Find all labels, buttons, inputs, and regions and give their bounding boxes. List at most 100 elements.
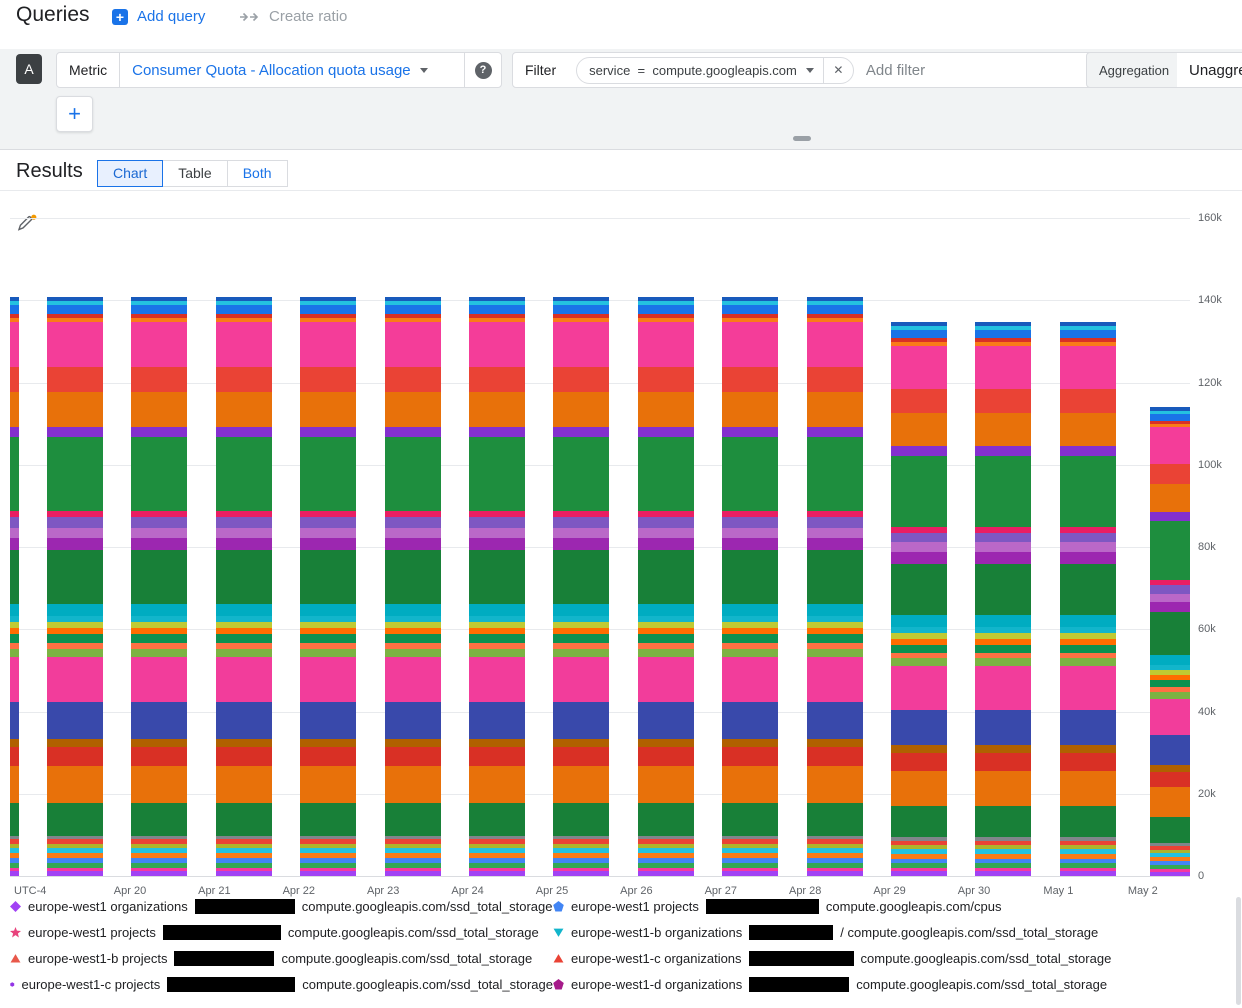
legend-item[interactable]: europe-west1-c organizationscompute.goog… <box>553 950 1224 967</box>
metrics-explorer-page: Queries + Add query Create ratio A Metri… <box>0 0 1242 1008</box>
bar-segment <box>722 550 778 603</box>
bar-segment <box>638 528 694 538</box>
bar-segment <box>47 739 103 747</box>
bar-segment <box>975 871 1031 876</box>
legend-item[interactable]: europe-west1-d organizations compute.goog… <box>553 976 1224 993</box>
stacked-bar-apr-21[interactable] <box>216 297 272 876</box>
create-ratio-button[interactable]: Create ratio <box>240 8 347 25</box>
y-axis-tick-label: 120k <box>1198 377 1238 389</box>
chevron-down-icon <box>420 68 428 73</box>
legend-pentagon-icon <box>553 901 564 912</box>
stacked-bar-apr-30[interactable] <box>975 322 1031 876</box>
stacked-bar-plot[interactable] <box>10 218 1190 876</box>
bar-segment <box>385 322 441 367</box>
metric-dropdown[interactable]: Consumer Quota - Allocation quota usage <box>120 62 464 79</box>
remove-filter-button[interactable]: ✕ <box>824 58 853 83</box>
bar-segment <box>216 528 272 538</box>
tab-chart[interactable]: Chart <box>97 160 163 187</box>
bar-segment <box>131 437 187 511</box>
legend-item[interactable]: europe-west1 organizationscompute.google… <box>10 898 553 915</box>
panel-resize-handle[interactable] <box>793 136 811 141</box>
stacked-bar-may-1[interactable] <box>1060 322 1116 876</box>
bar-segment <box>1150 772 1190 787</box>
bar-segment <box>638 766 694 803</box>
bar-segment <box>47 604 103 616</box>
metric-label: Metric <box>57 62 119 78</box>
bar-segment <box>891 330 947 338</box>
bar-segment <box>47 634 103 642</box>
bar-segment <box>10 367 19 392</box>
bar-segment <box>47 392 103 427</box>
bar-segment <box>891 542 947 552</box>
bar-segment <box>385 305 441 313</box>
bar-segment <box>891 771 947 806</box>
bar-segment <box>131 305 187 313</box>
bar-segment <box>722 657 778 702</box>
stacked-bar-apr-24[interactable] <box>469 297 525 876</box>
add-query-button[interactable]: + Add query <box>112 8 205 25</box>
legend-item[interactable]: europe-west1 projectscompute.googleapis.… <box>10 924 553 941</box>
legend-item[interactable]: europe-west1-b organizations/ compute.go… <box>553 924 1224 941</box>
bar-segment <box>1150 872 1190 876</box>
add-query-label: Add query <box>137 8 205 25</box>
bar-segment <box>300 766 356 803</box>
bar-segment <box>131 427 187 437</box>
aggregation-button[interactable]: Aggregation <box>1086 52 1182 88</box>
bar-segment <box>638 604 694 616</box>
bar-segment <box>891 645 947 653</box>
add-query-plus-button[interactable]: + <box>56 96 93 132</box>
metric-selector-card: Metric Consumer Quota - Allocation quota… <box>56 52 502 88</box>
bar-segment <box>300 392 356 427</box>
bar-segment <box>807 392 863 427</box>
scrollbar-thumb[interactable] <box>1236 897 1241 1005</box>
bar-segment <box>1060 413 1116 446</box>
stacked-bar-apr-29[interactable] <box>891 322 947 876</box>
x-axis-tick-label: Apr 23 <box>367 885 399 897</box>
bar-segment <box>1060 806 1116 837</box>
bar-segment <box>10 739 19 747</box>
legend-item[interactable]: europe-west1 projectscompute.googleapis.… <box>553 898 1224 915</box>
filter-chip-text: service = compute.googleapis.com <box>589 63 797 78</box>
bar-segment <box>1150 594 1190 602</box>
filter-chip[interactable]: service = compute.googleapis.com ✕ <box>576 57 854 84</box>
bar-segment <box>1060 346 1116 389</box>
bar-segment <box>469 538 525 550</box>
legend-diamond-icon <box>10 901 21 912</box>
y-axis-tick-label: 0 <box>1198 870 1238 882</box>
stacked-bar-apr-19[interactable] <box>47 297 103 876</box>
bar-segment <box>1150 692 1190 699</box>
legend-item[interactable]: europe-west1-c projectscompute.googleapi… <box>10 976 553 993</box>
bar-segment <box>10 437 19 511</box>
bar-segment <box>1060 745 1116 753</box>
bar-segment <box>300 528 356 538</box>
bar-segment <box>10 517 19 527</box>
bar-segment <box>216 634 272 642</box>
stacked-bar-apr-23[interactable] <box>385 297 441 876</box>
bar-segment <box>807 649 863 657</box>
stacked-bar-may-2[interactable] <box>1150 407 1190 876</box>
aggregation-value-dropdown[interactable]: Unaggre <box>1177 52 1242 88</box>
bar-segment <box>385 392 441 427</box>
bar-segment <box>47 649 103 657</box>
tab-table[interactable]: Table <box>162 160 227 187</box>
legend-label-suffix: compute.googleapis.com/ssd_total_storage <box>856 977 1107 992</box>
stacked-bar-apr-20[interactable] <box>131 297 187 876</box>
stacked-bar-apr-27[interactable] <box>722 297 778 876</box>
stacked-bar-apr-26[interactable] <box>638 297 694 876</box>
bar-segment <box>47 702 103 739</box>
help-button[interactable]: ? <box>464 53 501 87</box>
stacked-bar-apr-18[interactable] <box>10 297 19 876</box>
stacked-bar-apr-28[interactable] <box>807 297 863 876</box>
stacked-bar-apr-22[interactable] <box>300 297 356 876</box>
legend-label-prefix: europe-west1-d organizations <box>571 977 742 992</box>
tab-both[interactable]: Both <box>227 160 288 187</box>
legend-item[interactable]: europe-west1-b projectscompute.googleapi… <box>10 950 553 967</box>
bar-segment <box>1060 564 1116 615</box>
stacked-bar-apr-25[interactable] <box>553 297 609 876</box>
bar-segment <box>722 649 778 657</box>
add-filter-input[interactable]: Add filter <box>866 62 925 79</box>
bar-segment <box>722 702 778 739</box>
bar-segment <box>216 367 272 392</box>
bar-segment <box>807 871 863 876</box>
filter-bar: Filter service = compute.googleapis.com … <box>512 52 1100 88</box>
